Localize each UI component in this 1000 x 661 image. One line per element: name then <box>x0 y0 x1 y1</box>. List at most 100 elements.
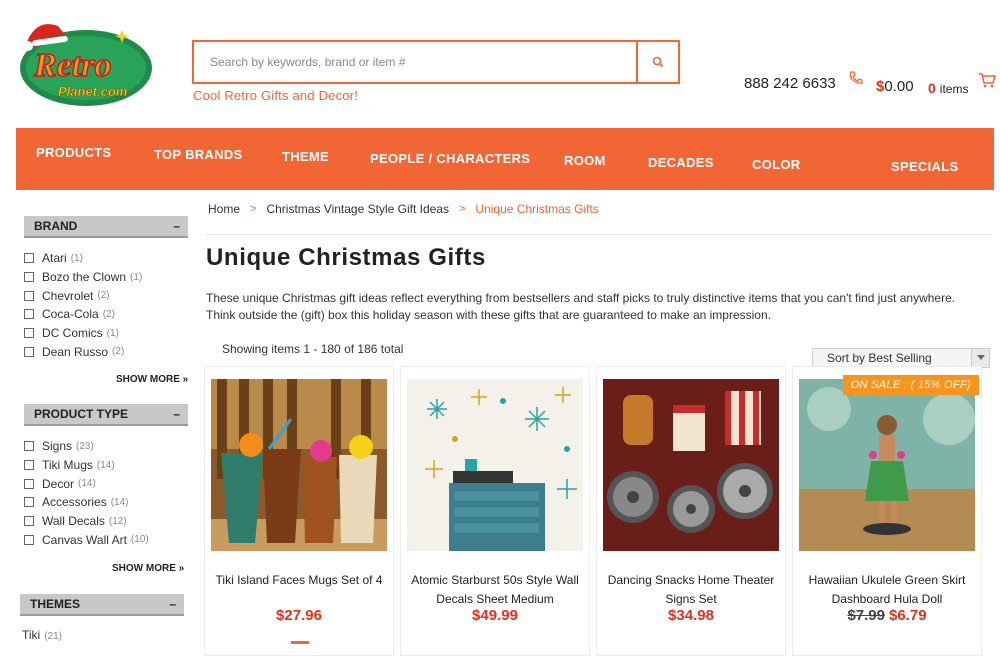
search-button[interactable] <box>636 42 678 82</box>
search-input[interactable] <box>194 42 636 82</box>
sort-dropdown[interactable]: Sort by Best Selling <box>812 348 990 368</box>
checkbox[interactable] <box>24 309 34 320</box>
sort-label: Sort by Best Selling <box>827 351 932 365</box>
product-image-dancing-snacks[interactable] <box>603 379 779 551</box>
cart-items[interactable]: 0 items <box>928 80 968 96</box>
filter-label: DC Comics <box>42 326 103 341</box>
collapse-icon[interactable]: – <box>169 597 176 611</box>
product-type-facet-header[interactable]: PRODUCT TYPE – <box>24 404 188 426</box>
filter-label: Dean Russo <box>42 344 109 359</box>
product-type-facet-title: PRODUCT TYPE <box>34 407 129 421</box>
chevron-down-icon <box>971 349 989 367</box>
filter-count: (2) <box>102 308 115 320</box>
nav-room[interactable]: ROOM <box>564 153 606 168</box>
filter-label: Bozo the Clown <box>42 270 127 285</box>
brand-filter-coca-cola[interactable]: Coca-Cola (2) <box>24 305 142 324</box>
nav-color[interactable]: COLOR <box>752 157 800 172</box>
brand-filter-dean-russo[interactable]: Dean Russo (2) <box>24 342 142 361</box>
checkbox[interactable] <box>24 290 34 301</box>
nav-decades[interactable]: DECADES <box>648 155 714 170</box>
checkbox[interactable] <box>24 516 34 527</box>
checkbox[interactable] <box>24 460 34 471</box>
price: $6.79 <box>889 607 927 624</box>
theme-filter-tiki[interactable]: Tiki (21) <box>22 628 62 642</box>
product-price: $7.99 $6.79 <box>793 607 981 624</box>
product-name[interactable]: Hawaiian Ukulele Green Skirt Dashboard H… <box>801 571 973 609</box>
filter-count: (23) <box>76 440 94 452</box>
checkbox[interactable] <box>24 272 34 283</box>
breadcrumb-home[interactable]: Home <box>208 202 240 216</box>
price: $27.96 <box>276 607 322 624</box>
filter-count: (21) <box>44 631 63 642</box>
checkbox[interactable] <box>24 328 34 339</box>
filter-label: Decor <box>42 476 75 491</box>
retroplanet-logo[interactable]: Retro Planet.com <box>14 14 156 110</box>
checkbox[interactable] <box>24 253 34 264</box>
type-filter-decor[interactable]: Decor (14) <box>24 474 149 493</box>
product-card[interactable]: ON SALE : ( 15% OFF) Hawaiian Ukulele Gr… <box>792 366 982 656</box>
product-name[interactable]: Tiki Island Faces Mugs Set of 4 <box>213 571 385 590</box>
product-image-tiki-mugs[interactable] <box>211 379 387 551</box>
brand-filter-dc-comics[interactable]: DC Comics (1) <box>24 324 142 343</box>
filter-count: (12) <box>108 515 127 527</box>
brand-filter-atari[interactable]: Atari (1) <box>24 249 142 268</box>
product-image-atomic-starburst[interactable] <box>407 379 583 551</box>
product-name[interactable]: Atomic Starburst 50s Style Wall Decals S… <box>409 571 581 609</box>
product-type-facet-list: Signs (23) Tiki Mugs (14) Decor (14) Access… <box>24 437 149 549</box>
collapse-icon[interactable]: – <box>173 407 180 421</box>
brand-filter-bozo[interactable]: Bozo the Clown (1) <box>24 268 142 287</box>
type-filter-tiki-mugs[interactable]: Tiki Mugs (14) <box>24 456 149 475</box>
filter-count: (1) <box>70 252 83 264</box>
product-card[interactable]: Dancing Snacks Home Theater Signs Set $3… <box>596 366 786 656</box>
filter-label: Tiki <box>22 628 41 642</box>
breadcrumb-separator: > <box>458 203 466 215</box>
product-type-show-more-link[interactable]: SHOW MORE » <box>112 563 184 574</box>
brand-facet-list: Atari (1) Bozo the Clown (1) Chevrolet (2) … <box>24 249 142 361</box>
type-filter-wall-decals[interactable]: Wall Decals (12) <box>24 512 149 531</box>
nav-people-characters[interactable]: PEOPLE / CHARACTERS <box>370 151 530 166</box>
tagline: Cool Retro Gifts and Decor! <box>193 88 359 103</box>
logo-text-top: Retro <box>33 47 111 84</box>
breadcrumb-parent[interactable]: Christmas Vintage Style Gift Ideas <box>266 202 449 216</box>
product-name[interactable]: Dancing Snacks Home Theater Signs Set <box>605 571 777 609</box>
checkbox[interactable] <box>24 346 34 357</box>
product-image-hula-doll[interactable] <box>799 379 975 551</box>
cart-icon[interactable] <box>978 72 996 93</box>
filter-count: (10) <box>130 534 149 546</box>
price: $49.99 <box>472 607 518 624</box>
page: Retro Planet.com Cool Retro Gifts and De… <box>0 0 1000 661</box>
nav-top-brands[interactable]: TOP BRANDS <box>154 147 242 162</box>
price-underline <box>291 641 309 644</box>
checkbox[interactable] <box>24 478 34 489</box>
themes-facet-header[interactable]: THEMES – <box>20 594 184 616</box>
checkbox[interactable] <box>24 497 34 508</box>
nav-theme[interactable]: THEME <box>282 149 329 164</box>
cart-total[interactable]: $0.00 <box>876 78 914 95</box>
checkbox[interactable] <box>24 441 34 452</box>
logo-text-bottom: Planet.com <box>58 84 128 99</box>
filter-count: (14) <box>96 459 115 471</box>
brand-filter-chevrolet[interactable]: Chevrolet (2) <box>24 286 142 305</box>
filter-label: Tiki Mugs <box>42 458 93 473</box>
product-card[interactable]: Atomic Starburst 50s Style Wall Decals S… <box>400 366 590 656</box>
brand-show-more-link[interactable]: SHOW MORE » <box>116 374 188 385</box>
cart-amount: 0.00 <box>884 78 914 95</box>
category-intro: These unique Christmas gift ideas reflec… <box>206 291 956 322</box>
type-filter-canvas-wall-art[interactable]: Canvas Wall Art (10) <box>24 530 149 549</box>
breadcrumb-separator: > <box>250 203 257 215</box>
phone-number[interactable]: 888 242 6633 <box>744 75 836 92</box>
brand-facet-header[interactable]: BRAND – <box>24 216 188 238</box>
product-card[interactable]: Tiki Island Faces Mugs Set of 4 $27.96 <box>204 366 394 656</box>
product-price: $49.99 <box>401 607 589 624</box>
filter-label: Canvas Wall Art <box>42 532 127 547</box>
divider <box>206 234 992 235</box>
nav-products[interactable]: PRODUCTS <box>36 145 111 160</box>
nav-specials[interactable]: SPECIALS <box>891 159 958 174</box>
type-filter-signs[interactable]: Signs (23) <box>24 437 149 456</box>
page-title: Unique Christmas Gifts <box>206 244 486 271</box>
brand-facet-title: BRAND <box>34 219 78 233</box>
collapse-icon[interactable]: – <box>173 219 180 233</box>
type-filter-accessories[interactable]: Accessories (14) <box>24 493 149 512</box>
filter-count: (14) <box>78 478 96 490</box>
checkbox[interactable] <box>24 534 34 545</box>
